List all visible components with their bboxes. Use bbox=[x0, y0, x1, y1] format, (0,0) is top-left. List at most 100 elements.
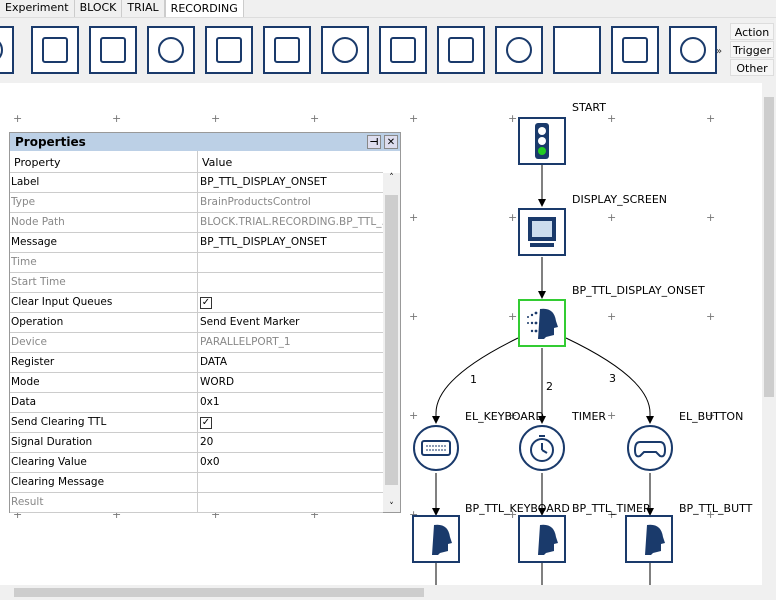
property-row[interactable]: Operation Send Event Marker bbox=[10, 313, 383, 333]
node-label-timer: TIMER bbox=[572, 410, 607, 423]
toolbar-button-microphone-record[interactable] bbox=[147, 26, 195, 74]
property-value[interactable]: PARALLELPORT_1 bbox=[198, 333, 383, 352]
edge-label-3: 3 bbox=[609, 372, 616, 385]
property-value[interactable]: BP_TTL_DISPLAY_ONSET bbox=[198, 233, 383, 252]
property-value[interactable]: DATA bbox=[198, 353, 383, 372]
property-value[interactable]: ✓ bbox=[198, 293, 383, 312]
node-bp-ttl-keyboard[interactable] bbox=[412, 515, 460, 563]
node-timer[interactable] bbox=[519, 425, 565, 471]
toolbar-button-speaker-play[interactable] bbox=[89, 26, 137, 74]
property-value[interactable] bbox=[198, 473, 383, 492]
tab-experiment[interactable]: Experiment bbox=[0, 0, 75, 17]
node-label-display: DISPLAY_SCREEN bbox=[572, 193, 668, 206]
properties-title: Properties bbox=[15, 135, 86, 149]
property-value[interactable]: BP_TTL_DISPLAY_ONSET bbox=[198, 173, 383, 192]
category-trigger[interactable]: Trigger bbox=[730, 41, 774, 58]
node-bp-ttl-button[interactable] bbox=[625, 515, 673, 563]
property-value[interactable]: BrainProductsControl bbox=[198, 193, 383, 212]
toolbar-button-recycle[interactable] bbox=[495, 26, 543, 74]
node-toolbar: « » Action Trigger Other bbox=[0, 17, 776, 83]
property-value[interactable] bbox=[198, 273, 383, 292]
toolbar-button-speaker[interactable] bbox=[31, 26, 79, 74]
property-row[interactable]: Mode WORD bbox=[10, 373, 383, 393]
microphone-play-icon bbox=[216, 37, 242, 63]
property-value[interactable] bbox=[198, 253, 383, 272]
property-row[interactable]: Clearing Value 0x0 bbox=[10, 453, 383, 473]
toolbar-button-stop-sign[interactable] bbox=[437, 26, 485, 74]
property-value[interactable]: BLOCK.TRIAL.RECORDING.BP_TTL_... bbox=[198, 213, 383, 232]
toolbar-button-microphone-play[interactable] bbox=[205, 26, 253, 74]
property-name: Node Path bbox=[10, 213, 198, 232]
property-row[interactable]: Data 0x1 bbox=[10, 393, 383, 413]
node-el-button[interactable] bbox=[627, 425, 673, 471]
property-value[interactable]: 0x0 bbox=[198, 453, 383, 472]
recycle-icon bbox=[506, 37, 532, 63]
toolbar-button-blank[interactable] bbox=[553, 26, 601, 74]
gamepad-icon bbox=[634, 441, 666, 458]
property-row[interactable]: Node Path BLOCK.TRIAL.RECORDING.BP_TTL_..… bbox=[10, 213, 383, 233]
property-row[interactable]: Register DATA bbox=[10, 353, 383, 373]
property-name: Message bbox=[10, 233, 198, 252]
property-name: Device bbox=[10, 333, 198, 352]
keyboard-icon bbox=[421, 440, 451, 456]
category-other[interactable]: Other bbox=[730, 59, 774, 76]
toolbar-button-loop[interactable] bbox=[379, 26, 427, 74]
edge-label-2: 2 bbox=[546, 380, 553, 393]
property-value[interactable]: Send Event Marker bbox=[198, 313, 383, 332]
canvas-vertical-scrollbar[interactable] bbox=[762, 83, 776, 585]
node-display-screen[interactable] bbox=[518, 208, 566, 256]
property-value[interactable] bbox=[198, 493, 383, 512]
property-row[interactable]: Send Clearing TTL ✓ bbox=[10, 413, 383, 433]
property-name: Clear Input Queues bbox=[10, 293, 198, 312]
node-start[interactable] bbox=[518, 117, 566, 165]
node-label-onset: BP_TTL_DISPLAY_ONSET bbox=[572, 284, 705, 297]
ttl-icon bbox=[332, 37, 358, 63]
property-row[interactable]: Device PARALLELPORT_1 bbox=[10, 333, 383, 353]
canvas-horizontal-scrollbar[interactable] bbox=[0, 585, 776, 600]
property-name: Register bbox=[10, 353, 198, 372]
property-name: Result bbox=[10, 493, 198, 512]
property-row[interactable]: Clear Input Queues ✓ bbox=[10, 293, 383, 313]
node-el-keyboard[interactable] bbox=[413, 425, 459, 471]
close-button[interactable]: ✕ bbox=[384, 135, 398, 149]
property-row[interactable]: Clearing Message bbox=[10, 473, 383, 493]
tab-trial[interactable]: TRIAL bbox=[122, 0, 165, 17]
tab-block[interactable]: BLOCK bbox=[75, 0, 123, 17]
property-value[interactable]: 0x1 bbox=[198, 393, 383, 412]
properties-panel: Properties ⊣ ✕ Property Value Label BP_TT… bbox=[9, 132, 401, 513]
property-row[interactable]: Start Time bbox=[10, 273, 383, 293]
tab-recording[interactable]: RECORDING bbox=[164, 0, 244, 17]
pin-button[interactable]: ⊣ bbox=[367, 135, 381, 149]
toolbar-button-add-list[interactable] bbox=[263, 26, 311, 74]
edge-label-1: 1 bbox=[470, 373, 477, 386]
node-label-bp-timer: BP_TTL_TIMER bbox=[572, 502, 651, 515]
property-row[interactable]: Time bbox=[10, 253, 383, 273]
property-value[interactable]: 20 bbox=[198, 433, 383, 452]
microphone-record-icon bbox=[158, 37, 184, 63]
property-row[interactable]: Message BP_TTL_DISPLAY_ONSET bbox=[10, 233, 383, 253]
property-name: Mode bbox=[10, 373, 198, 392]
node-label-keyboard: EL_KEYBOARD bbox=[465, 410, 544, 423]
toolbar-button-ttl[interactable] bbox=[321, 26, 369, 74]
property-row[interactable]: Type BrainProductsControl bbox=[10, 193, 383, 213]
traffic-light-icon bbox=[535, 123, 549, 159]
toolbar-button-partial[interactable] bbox=[0, 26, 14, 74]
property-value[interactable]: WORD bbox=[198, 373, 383, 392]
property-row[interactable]: Signal Duration 20 bbox=[10, 433, 383, 453]
node-bp-ttl-display-onset[interactable] bbox=[518, 299, 566, 347]
speaker-play-icon bbox=[100, 37, 126, 63]
property-row[interactable]: Label BP_TTL_DISPLAY_ONSET bbox=[10, 173, 383, 193]
tab-bar: Experiment BLOCK TRIAL RECORDING bbox=[0, 0, 776, 17]
node-label-button: EL_BUTTON bbox=[679, 410, 744, 423]
stopwatch-icon bbox=[530, 435, 554, 462]
toolbar-button-brainproducts-head[interactable] bbox=[669, 26, 717, 74]
property-row[interactable]: Result bbox=[10, 493, 383, 513]
node-bp-ttl-timer[interactable] bbox=[518, 515, 566, 563]
property-value[interactable]: ✓ bbox=[198, 413, 383, 432]
toolbar-button-brain[interactable] bbox=[611, 26, 659, 74]
checkbox-checked-icon[interactable]: ✓ bbox=[200, 297, 212, 309]
node-label-start: START bbox=[572, 101, 606, 114]
category-action[interactable]: Action bbox=[730, 23, 774, 40]
checkbox-checked-icon[interactable]: ✓ bbox=[200, 417, 212, 429]
properties-scrollbar[interactable]: ˄ ˅ bbox=[383, 173, 400, 512]
